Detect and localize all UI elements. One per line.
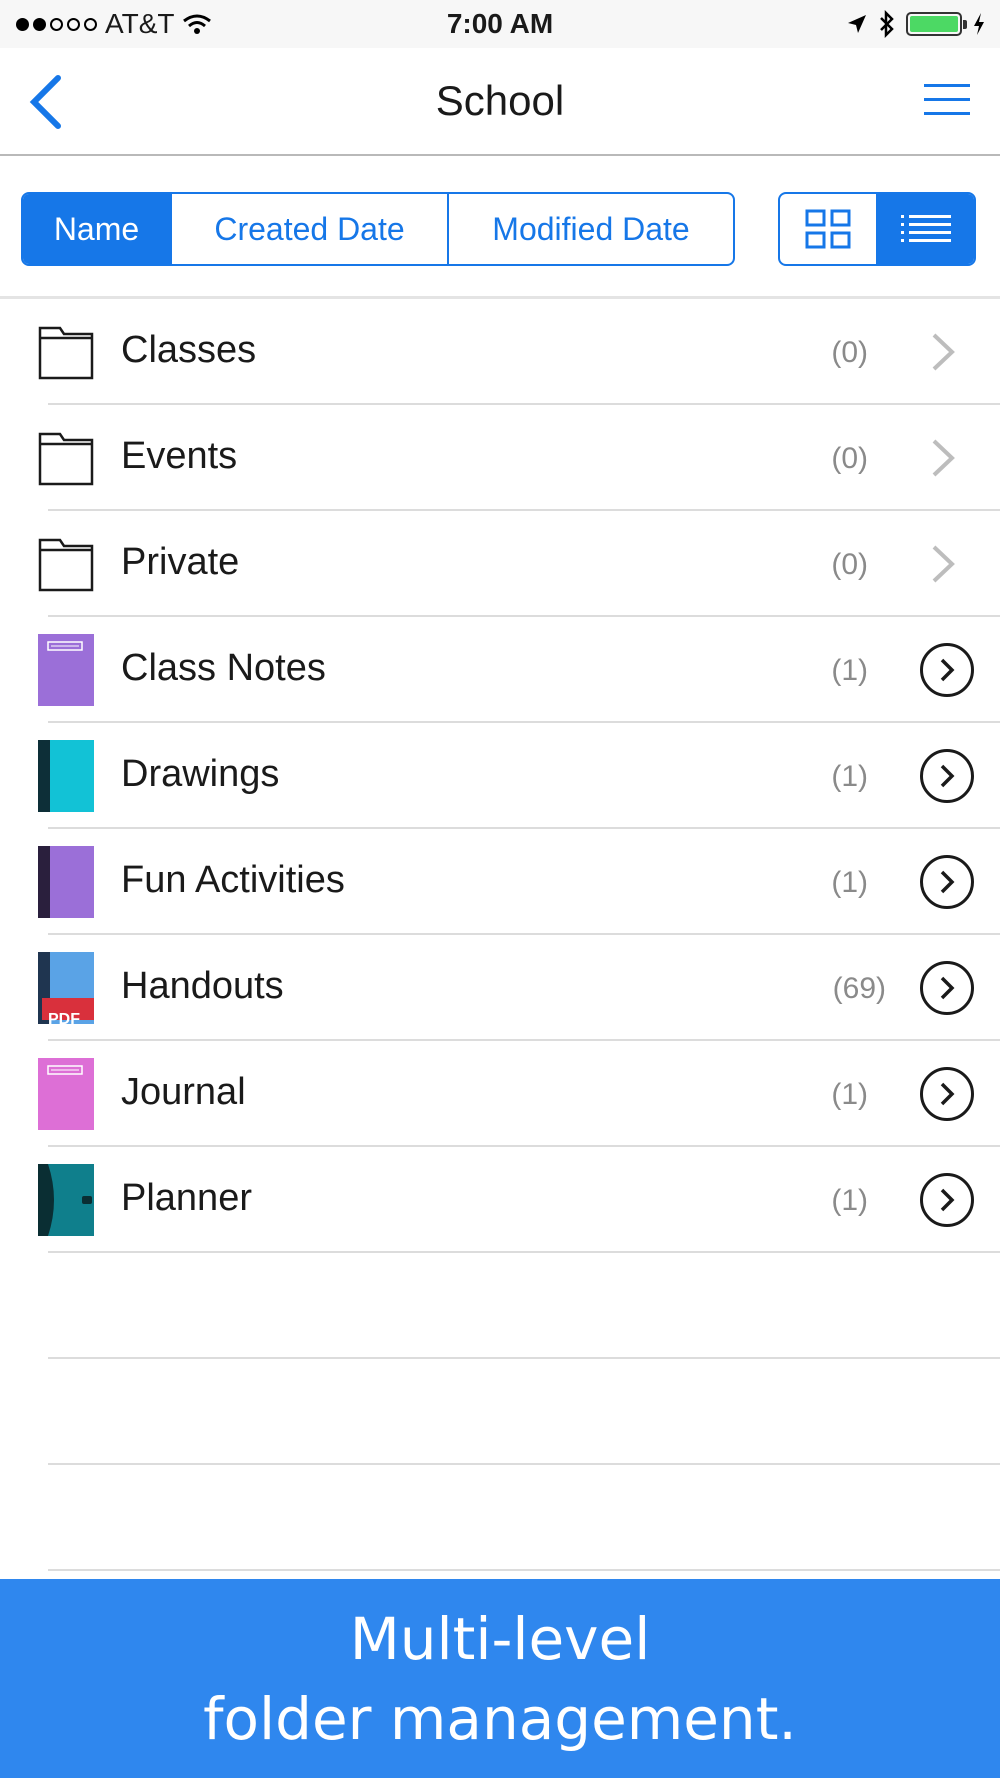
sort-tab-created-date[interactable]: Created Date [172, 194, 449, 264]
item-label: Drawings [121, 753, 280, 795]
item-label: Fun Activities [121, 859, 345, 901]
item-label: Planner [121, 1177, 252, 1219]
list-item-notebook[interactable]: Journal (1) [0, 1041, 1000, 1147]
navigation-bar: School [0, 48, 1000, 156]
folder-icon [38, 538, 94, 592]
open-item-button[interactable] [920, 1067, 974, 1121]
chevron-right-icon [932, 439, 955, 477]
item-count: (1) [831, 654, 868, 687]
item-label: Classes [121, 329, 257, 371]
open-item-button[interactable] [920, 643, 974, 697]
list-item-notebook[interactable]: Fun Activities (1) [0, 829, 1000, 935]
hamburger-menu-icon[interactable] [922, 80, 972, 120]
notebook-icon [38, 846, 94, 918]
item-label: Events [121, 435, 238, 477]
sort-tab-name[interactable]: Name [23, 194, 172, 264]
bluetooth-icon [880, 10, 894, 38]
signal-dot [50, 17, 63, 31]
open-item-button[interactable] [920, 1173, 974, 1227]
list-item-pdf[interactable]: Handouts (69) PDF [0, 935, 1000, 1041]
sort-segmented-control: Name Created Date Modified Date [21, 192, 735, 266]
chevron-right-circle-icon [940, 870, 955, 894]
location-arrow-icon [848, 15, 866, 33]
list-item-notebook[interactable]: Class Notes (1) [0, 617, 1000, 723]
planner-icon [38, 1164, 94, 1236]
item-label: Handouts [121, 965, 284, 1007]
item-count: (1) [831, 1184, 868, 1217]
banner-line-2: folder management. [203, 1684, 797, 1753]
signal-dot [16, 17, 29, 31]
carrier-label: AT&T [105, 8, 175, 39]
open-item-button[interactable] [920, 749, 974, 803]
grid-view-icon [805, 209, 851, 249]
promo-banner: Multi-level folder management. [0, 1579, 1000, 1778]
chevron-right-circle-icon [940, 1188, 955, 1212]
charging-bolt-icon [974, 13, 984, 35]
sort-controls: Name Created Date Modified Date [21, 192, 976, 266]
chevron-right-circle-icon [940, 658, 955, 682]
folder-icon [38, 432, 94, 486]
status-left: AT&T [16, 8, 212, 40]
status-right [846, 10, 986, 38]
chevron-right-circle-icon [940, 1082, 955, 1106]
signal-dot [84, 17, 97, 31]
item-count: (1) [831, 866, 868, 899]
empty-list-row [0, 1359, 1000, 1465]
list-view-icon [901, 215, 951, 242]
battery-icon [906, 12, 967, 36]
item-count: (0) [831, 442, 868, 475]
list-item-folder[interactable]: Events (0) [0, 405, 1000, 511]
item-count: (69) [832, 972, 886, 1005]
item-count: (0) [831, 336, 868, 369]
folder-icon [38, 326, 94, 380]
list-item-notebook[interactable]: Drawings (1) [0, 723, 1000, 829]
empty-list-row [0, 1465, 1000, 1571]
signal-strength-icon [16, 17, 97, 31]
open-item-button[interactable] [920, 961, 974, 1015]
item-count: (1) [831, 1078, 868, 1111]
chevron-right-icon [932, 545, 955, 583]
status-bar: AT&T 7:00 AM [0, 0, 1000, 48]
chevron-left-icon[interactable] [24, 74, 68, 130]
item-count: (1) [831, 760, 868, 793]
sort-tab-modified-date[interactable]: Modified Date [449, 194, 733, 264]
open-item-button[interactable] [920, 855, 974, 909]
signal-dot [67, 17, 80, 31]
list-item-folder[interactable]: Private (0) [0, 511, 1000, 617]
empty-list-row [0, 1253, 1000, 1359]
items-list: Classes (0) Events (0) Private (0) Class… [0, 299, 1000, 1571]
view-mode-toggle [778, 192, 976, 266]
list-item-folder[interactable]: Classes (0) [0, 299, 1000, 405]
item-count: (0) [831, 548, 868, 581]
chevron-right-circle-icon [940, 976, 955, 1000]
notebook-icon [38, 1058, 94, 1130]
battery-fill [910, 16, 958, 32]
notebook-icon [38, 634, 94, 706]
chevron-right-icon [932, 333, 955, 371]
list-view-button[interactable] [878, 194, 974, 264]
item-label: Class Notes [121, 647, 326, 689]
item-label: Private [121, 541, 240, 583]
banner-line-1: Multi-level [349, 1604, 651, 1673]
battery-tip [963, 20, 967, 29]
list-item-planner[interactable]: Planner (1) [0, 1147, 1000, 1253]
signal-dot [33, 17, 46, 31]
pdf-badge: PDF [48, 1011, 80, 1028]
grid-view-button[interactable] [780, 194, 878, 264]
item-label: Journal [121, 1071, 246, 1113]
page-title: School [435, 77, 565, 124]
chevron-right-circle-icon [940, 764, 955, 788]
notebook-icon [38, 740, 94, 812]
wifi-icon [183, 14, 212, 34]
